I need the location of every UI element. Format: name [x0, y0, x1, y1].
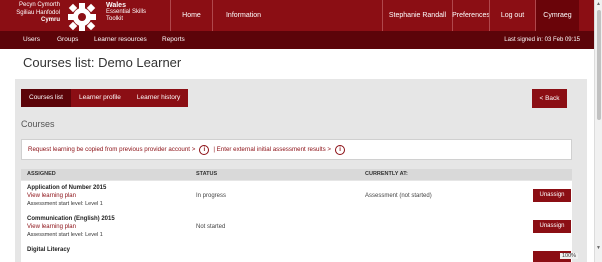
tab-learner-history[interactable]: Learner history [129, 89, 188, 107]
section-heading: Courses [21, 119, 55, 129]
logo-line-toolkit: Toolkit [106, 16, 124, 22]
logo-welsh-text: Pecyn Cymorth Sgiliau Hanfodol Cymru [12, 2, 60, 25]
vertical-scrollbar[interactable]: ▲ ▼ [594, 0, 602, 262]
col-currently-at: CURRENTLY AT: [365, 171, 408, 177]
course-name: Communication (English) 2015 [27, 216, 115, 222]
nav-logout[interactable]: Log out [489, 0, 535, 31]
col-status: STATUS [196, 171, 218, 177]
logo-line-3: Cymru [40, 17, 60, 23]
info-icon[interactable]: i [199, 144, 210, 155]
scrollbar-thumb[interactable] [597, 10, 601, 120]
nav-user-name[interactable]: Stephanie Randall [382, 0, 452, 31]
logo-line-1: Pecyn Cymorth [18, 2, 60, 8]
logo-line-wales: Wales [106, 2, 126, 9]
unassign-button[interactable]: Unassign [533, 220, 571, 233]
zoom-level[interactable]: 100% [560, 253, 579, 259]
tab-learner-profile[interactable]: Learner profile [71, 89, 129, 107]
currently-at: Assessment (not started) [365, 193, 432, 199]
scroll-up-icon[interactable]: ▲ [596, 1, 601, 7]
course-status: In progress [196, 193, 227, 199]
back-button[interactable]: < Back [532, 89, 567, 108]
logo-line-essential: Essential Skills [106, 9, 147, 15]
course-status: Not started [196, 224, 226, 230]
view-learning-plan-link[interactable]: View learning plan [27, 224, 76, 230]
gear-logo-icon [68, 3, 96, 31]
nav-information[interactable]: Information [212, 0, 274, 31]
assessment-level: Assessment start level: Level 1 [27, 232, 103, 238]
external-results-link[interactable]: | Enter external initial assessment resu… [213, 146, 331, 153]
page-title: Courses list: Demo Learner [23, 55, 182, 70]
course-name: Digital Literacy [27, 247, 71, 253]
view-learning-plan-link[interactable]: View learning plan [27, 193, 76, 199]
table-row: Communication (English) 2015 View learni… [21, 212, 572, 244]
assessment-level: Assessment start level: Level 1 [27, 201, 103, 207]
nav-preferences[interactable]: Preferences [452, 0, 490, 31]
unassign-button[interactable]: Unassign [533, 189, 571, 202]
logo-line-2: Sgiliau Hanfodol [16, 9, 60, 16]
logo-english-text: Wales Essential Skills Toolkit [106, 2, 146, 23]
scroll-down-icon[interactable]: ▼ [596, 245, 601, 251]
table-row: Digital Literacy [21, 243, 572, 262]
subnav-reports[interactable]: Reports [162, 31, 185, 49]
subnav-learner-resources[interactable]: Learner resources [94, 31, 147, 49]
nav-language-toggle[interactable]: Cymraeg [535, 0, 579, 31]
col-assigned: ASSIGNED [27, 171, 56, 177]
request-copy-link[interactable]: Request learning be copied from previous… [28, 146, 195, 153]
last-signed-in: Last signed in: 03 Feb 09:15 [504, 37, 580, 43]
table-row: Application of Number 2015 View learning… [21, 181, 572, 213]
action-links-box: Request learning be copied from previous… [21, 139, 572, 160]
tab-courses-list[interactable]: Courses list [21, 89, 71, 107]
subnav-users[interactable]: Users [23, 31, 40, 49]
learner-tabs: Courses list Learner profile Learner his… [21, 89, 189, 107]
course-name: Application of Number 2015 [27, 185, 107, 191]
table-header: ASSIGNED STATUS CURRENTLY AT: [21, 169, 572, 180]
nav-home[interactable]: Home [170, 0, 212, 31]
info-icon[interactable]: i [335, 144, 346, 155]
subnav-groups[interactable]: Groups [57, 31, 78, 49]
